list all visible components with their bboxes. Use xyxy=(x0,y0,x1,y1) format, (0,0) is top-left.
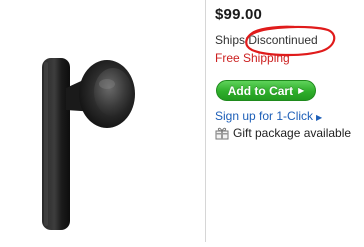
chevron-right-icon: ▶ xyxy=(298,86,305,95)
add-to-cart-button[interactable]: Add to Cart ▶ xyxy=(216,80,316,101)
gift-package-row: Gift package available xyxy=(215,126,351,140)
one-click-signup-link[interactable]: Sign up for 1-Click ▶ xyxy=(215,109,322,123)
shipping-status: Ships:Discontinued xyxy=(215,33,318,47)
product-price: $99.00 xyxy=(215,6,263,23)
product-image xyxy=(0,0,204,242)
ships-value: Discontinued xyxy=(248,33,318,47)
add-to-cart-label: Add to Cart xyxy=(227,83,294,98)
bluetooth-headset-image xyxy=(42,58,135,230)
chevron-right-icon: ▶ xyxy=(316,113,323,122)
gift-icon xyxy=(215,127,229,139)
ships-label: Ships: xyxy=(215,33,249,47)
vertical-divider xyxy=(205,0,206,242)
free-shipping-label: Free Shipping xyxy=(215,51,290,65)
gift-package-label: Gift package available xyxy=(233,126,352,140)
one-click-label: Sign up for 1-Click xyxy=(215,109,314,123)
